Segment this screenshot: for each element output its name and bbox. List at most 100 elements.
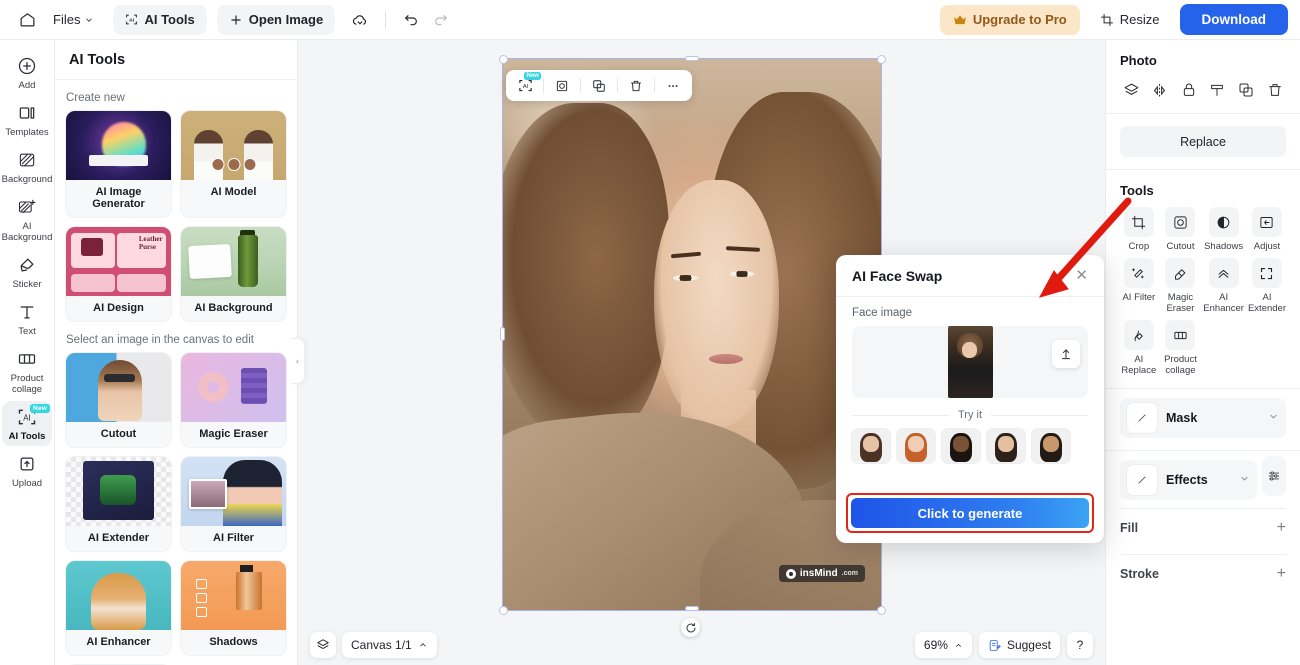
try-it-label: Try it [957,409,983,421]
tool-ai-enhancer[interactable]: AI Enhancer [1203,258,1244,314]
flip-icon[interactable] [1149,79,1171,101]
help-button[interactable]: ? [1067,632,1093,658]
files-menu[interactable]: Files [44,5,103,35]
face-image-dropzone[interactable] [852,326,1088,398]
ai-swap-icon[interactable]: New AI [510,72,542,98]
upgrade-to-pro-button[interactable]: Upgrade to Pro [939,4,1080,35]
tool-card-cutout[interactable]: Cutout [66,353,171,447]
tool-card-shadows[interactable]: Shadows [181,561,286,655]
sample-face[interactable] [942,429,980,463]
panel-collapse-handle[interactable]: ‹ [291,338,305,384]
layers-order-icon[interactable] [1120,79,1142,101]
sample-face[interactable] [1032,429,1070,463]
tool-cutout[interactable]: Cutout [1162,207,1200,252]
ai-filter-icon [1123,258,1154,288]
open-image-button[interactable]: Open Image [216,4,336,35]
undo-icon[interactable] [396,5,426,35]
rail-item-sticker[interactable]: Sticker [2,249,52,294]
tool-ai-filter[interactable]: AI Filter [1120,258,1158,314]
selection-handle-bl[interactable] [499,606,508,615]
cloud-sync-icon[interactable] [345,5,375,35]
duplicate-icon[interactable] [1235,79,1257,101]
plus-icon[interactable]: + [1277,519,1286,536]
chevron-down-icon[interactable] [1239,473,1250,487]
rail-label: AI Background [1,221,53,243]
ai-background-icon [16,196,38,218]
artboard[interactable]: insMind .com [503,59,881,610]
tool-card-ai-background[interactable]: AI Background [181,227,286,321]
more-dots-icon[interactable] [658,73,688,98]
selected-face-thumbnail[interactable] [947,326,993,398]
tool-ai-extender[interactable]: AI Extender [1248,258,1286,314]
selection-handle-tr[interactable] [877,55,886,64]
tool-card-label: AI Enhancer [86,636,151,648]
rail-item-product-collage[interactable]: Product collage [2,343,52,399]
selection-handle-br[interactable] [877,606,886,615]
selection-handle-top[interactable] [685,56,699,61]
tool-adjust[interactable]: Adjust [1248,207,1286,252]
upload-arrow-icon[interactable] [1052,340,1080,368]
rail-item-templates[interactable]: Templates [2,97,52,142]
tool-magic-eraser[interactable]: Magic Eraser [1162,258,1200,314]
click-to-generate-button[interactable]: Click to generate [851,498,1089,528]
rail-item-add[interactable]: Add [2,50,52,95]
chevron-down-icon[interactable] [1268,411,1279,425]
layers-button[interactable] [310,632,336,658]
tool-ai-replace[interactable]: AI Replace [1120,320,1158,376]
mask-tool-icon[interactable] [1206,79,1228,101]
tool-label: AI Extender [1247,292,1286,314]
fill-row[interactable]: Fill + [1120,508,1286,546]
home-icon[interactable] [12,5,42,35]
trash-icon[interactable] [1264,79,1286,101]
mask-row[interactable]: Mask [1120,398,1286,438]
sample-face[interactable] [987,429,1025,463]
sliders-icon[interactable] [1262,455,1286,496]
redo-icon[interactable] [426,5,456,35]
tool-card-label: AI Model [210,186,257,198]
tool-product-collage[interactable]: Product collage [1162,320,1200,376]
duplicate-icon[interactable] [584,73,614,98]
selection-handle-tl[interactable] [499,55,508,64]
suggest-label: Suggest [1006,638,1051,652]
effects-row[interactable]: Effects [1120,460,1257,500]
replace-button[interactable]: Replace [1120,126,1286,157]
ai-replace-icon [1123,320,1154,350]
effects-row-wrap: Effects [1120,451,1286,500]
crop-circle-icon[interactable] [547,73,577,98]
selection-handle-left[interactable] [500,327,505,341]
sample-face[interactable] [897,429,935,463]
resize-button[interactable]: Resize [1090,5,1170,35]
rail-item-ai-background[interactable]: AI Background [2,191,52,247]
sample-face[interactable] [852,429,890,463]
suggest-button[interactable]: Suggest [978,632,1060,658]
tool-card-ai-extender[interactable]: AI Extender [66,457,171,551]
product-collage-icon [16,348,38,370]
lock-icon[interactable] [1178,79,1200,101]
tool-card-ai-filter[interactable]: AI Filter [181,457,286,551]
zoom-control[interactable]: 69% [914,632,972,658]
tool-card-ai-design[interactable]: Leather Purse AI Design [66,227,171,321]
svg-text:AI: AI [522,84,528,90]
rail-item-ai-tools[interactable]: New AI AI Tools [2,401,52,446]
divider [1106,113,1300,114]
selection-handle-bottom[interactable] [685,606,699,611]
rail-item-background[interactable]: Background [2,144,52,189]
tool-crop[interactable]: Crop [1120,207,1158,252]
plus-icon[interactable]: + [1277,565,1286,582]
tool-card-ai-model[interactable]: AI Model [181,111,286,217]
tool-label: Adjust [1253,241,1281,252]
ai-tools-button[interactable]: AI AI Tools [113,4,207,35]
rail-item-text[interactable]: Text [2,296,52,341]
tool-card-ai-enhancer[interactable]: AI Enhancer [66,561,171,655]
trash-icon[interactable] [621,73,651,98]
stroke-row[interactable]: Stroke + [1120,554,1286,592]
close-icon[interactable]: ✕ [1075,268,1088,283]
download-button[interactable]: Download [1179,4,1288,35]
tool-card-ai-image-generator[interactable]: AI Image Generator [66,111,171,217]
canvas-page-selector[interactable]: Canvas 1/1 [342,632,437,658]
tool-shadows[interactable]: Shadows [1203,207,1244,252]
tool-label: Crop [1128,241,1150,252]
chevron-down-icon [86,17,93,22]
tool-card-magic-eraser[interactable]: Magic Eraser [181,353,286,447]
rail-item-upload[interactable]: Upload [2,448,52,493]
